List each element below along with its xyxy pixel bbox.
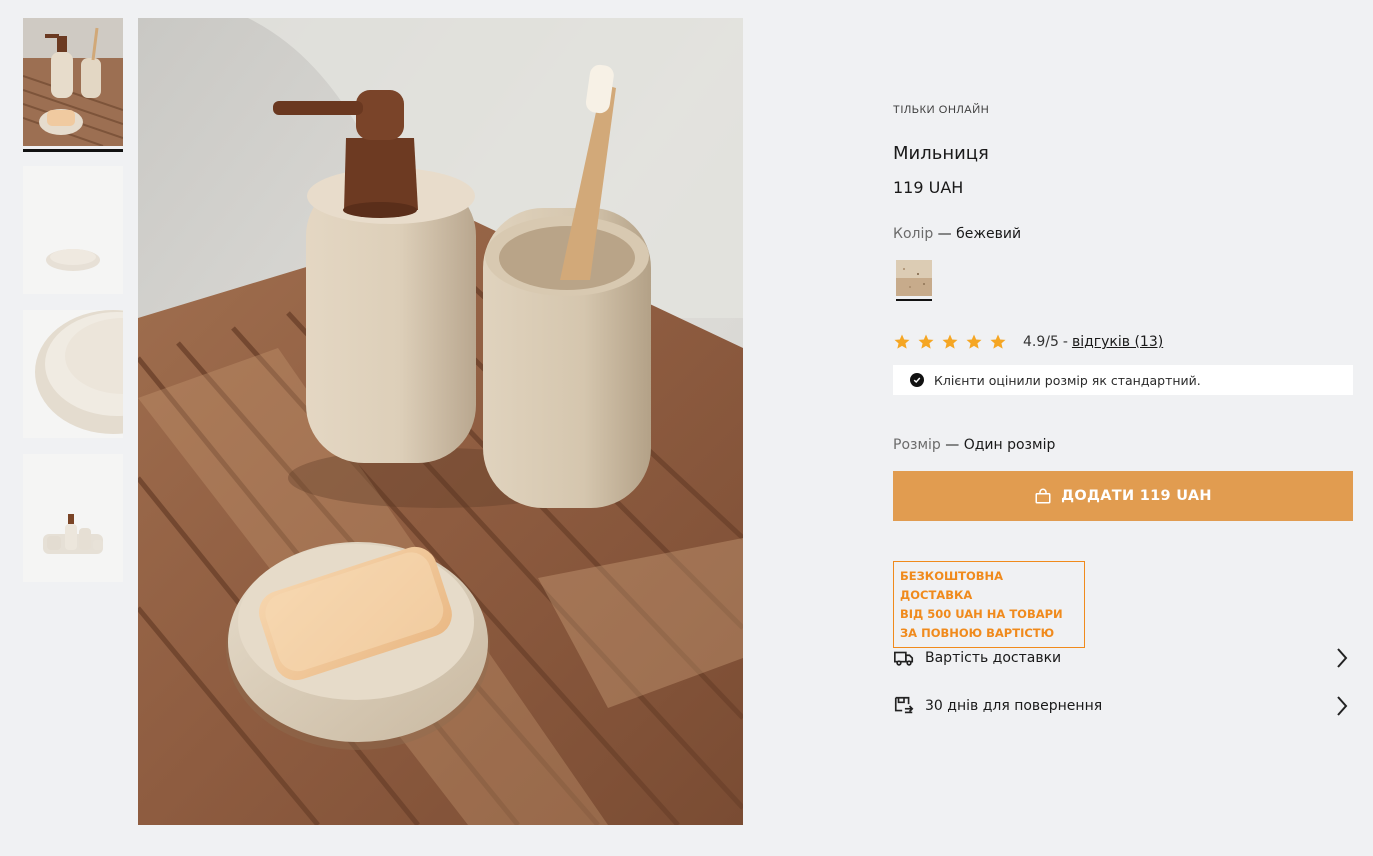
color-label: Колір [893,226,934,242]
star-icon [990,334,1006,349]
product-title: Мильниця [893,143,989,164]
color-swatch-beige[interactable] [896,260,932,296]
star-icon [918,334,934,349]
size-label: Розмір [893,437,941,453]
rating-score: 4.9/5 [1023,334,1059,350]
truck-icon [894,651,914,666]
size-selector-label: Розмір — Один розмір [893,437,1055,453]
main-product-image[interactable] [138,18,743,825]
promo-line-3: ЗА ПОВНОЮ ВАРТІСТЮ [900,626,1055,640]
selected-swatch-indicator [896,299,932,301]
color-value: бежевий [956,226,1022,242]
add-to-cart-label: ДОДАТИ 119 UAH [1061,488,1212,504]
thumbnail-1[interactable] [23,18,123,146]
promo-line-1: БЕЗКОШТОВНА ДОСТАВКА [900,569,1004,602]
check-circle-icon [910,373,924,387]
returns-label: 30 днів для повернення [925,698,1103,714]
rating-stars [893,333,1007,351]
size-fit-note: Клієнти оцінили розмір як стандартний. [893,365,1353,395]
online-only-tag: ТІЛЬКИ ОНЛАЙН [893,104,990,116]
thumbnail-3[interactable] [23,310,123,438]
fit-note-text: Клієнти оцінили розмір як стандартний. [934,372,1201,388]
thumbnail-2[interactable] [23,166,123,294]
product-price: 119 UAH [893,178,964,197]
color-separator: — [933,226,957,242]
returns-icon [894,696,914,714]
rating-separator: - [1062,334,1068,350]
free-delivery-promo: БЕЗКОШТОВНА ДОСТАВКА ВІД 500 UAH НА ТОВА… [893,561,1085,648]
color-selector-label: Колір — бежевий [893,226,1021,242]
star-icon [966,334,982,349]
promo-line-2: ВІД 500 UAH НА ТОВАРИ [900,607,1063,621]
delivery-cost-row[interactable]: Вартість доставки [893,645,1353,671]
rating-summary: 4.9/5 - відгуків (13) [893,333,1163,351]
add-to-cart-button[interactable]: ДОДАТИ 119 UAH [893,471,1353,521]
reviews-link[interactable]: відгуків (13) [1072,334,1163,350]
size-value: Один розмір [963,437,1056,453]
chevron-right-icon [1337,696,1348,716]
chevron-right-icon [1337,648,1348,668]
delivery-cost-label: Вартість доставки [925,650,1062,666]
thumbnail-4[interactable] [23,454,123,582]
star-icon [894,334,910,349]
bag-icon [1035,488,1051,504]
active-thumbnail-indicator [23,149,123,152]
size-separator: — [940,437,964,453]
star-icon [942,334,958,349]
returns-row[interactable]: 30 днів для повернення [893,693,1353,719]
